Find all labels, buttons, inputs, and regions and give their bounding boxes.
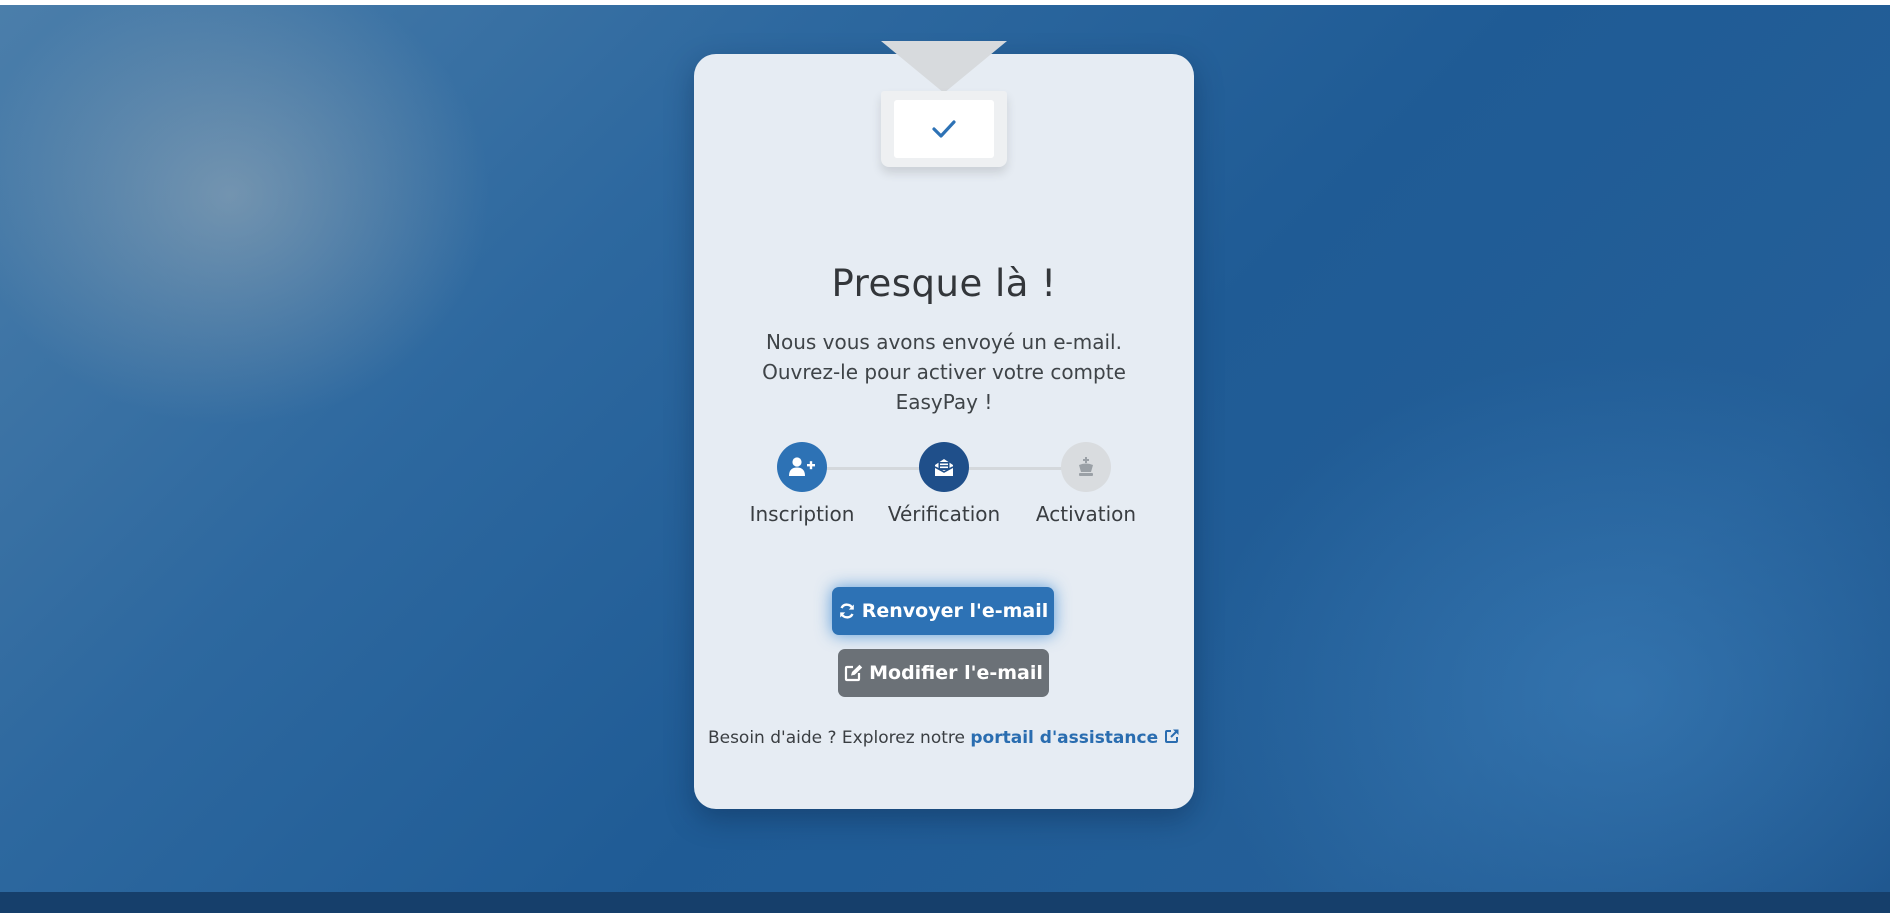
step-circle [777, 442, 827, 492]
page-subtitle: Nous vous avons envoyé un e-mail. Ouvrez… [762, 330, 1126, 414]
progress-steps: Inscription Vérification Activation [694, 442, 1194, 532]
envelope-body [881, 91, 1007, 167]
edit-icon [844, 664, 863, 682]
modify-email-label: Modifier l'e-mail [869, 662, 1043, 684]
step-label: Vérification [887, 502, 1001, 526]
modify-email-button[interactable]: Modifier l'e-mail [838, 649, 1049, 697]
support-portal-label: portail d'assistance [970, 728, 1159, 748]
step-inscription: Inscription [722, 442, 882, 526]
envelope-illustration [881, 41, 1007, 169]
step-activation: Activation [1006, 442, 1166, 526]
page-title: Presque là ! [831, 262, 1057, 305]
envelope-open-icon [934, 459, 954, 476]
step-circle [1061, 442, 1111, 492]
help-text: Besoin d'aide ? Explorez notre portail d… [694, 728, 1194, 748]
step-verification: Vérification [864, 442, 1024, 526]
support-portal-link[interactable]: portail d'assistance [970, 728, 1180, 748]
check-icon [932, 120, 956, 138]
resend-email-label: Renvoyer l'e-mail [861, 600, 1049, 622]
step-label: Activation [1035, 502, 1137, 526]
help-prefix: Besoin d'aide ? Explorez notre [707, 728, 965, 748]
envelope-flap [881, 41, 1007, 93]
user-plus-icon [789, 457, 815, 476]
resend-email-button[interactable]: Renvoyer l'e-mail [832, 587, 1054, 635]
external-link-icon [1165, 729, 1179, 743]
envelope-letter [894, 100, 994, 158]
step-circle [919, 442, 969, 492]
step-label: Inscription [749, 502, 855, 526]
chess-king-icon [1079, 457, 1093, 476]
bottom-bar [0, 892, 1890, 913]
refresh-icon [838, 602, 856, 620]
